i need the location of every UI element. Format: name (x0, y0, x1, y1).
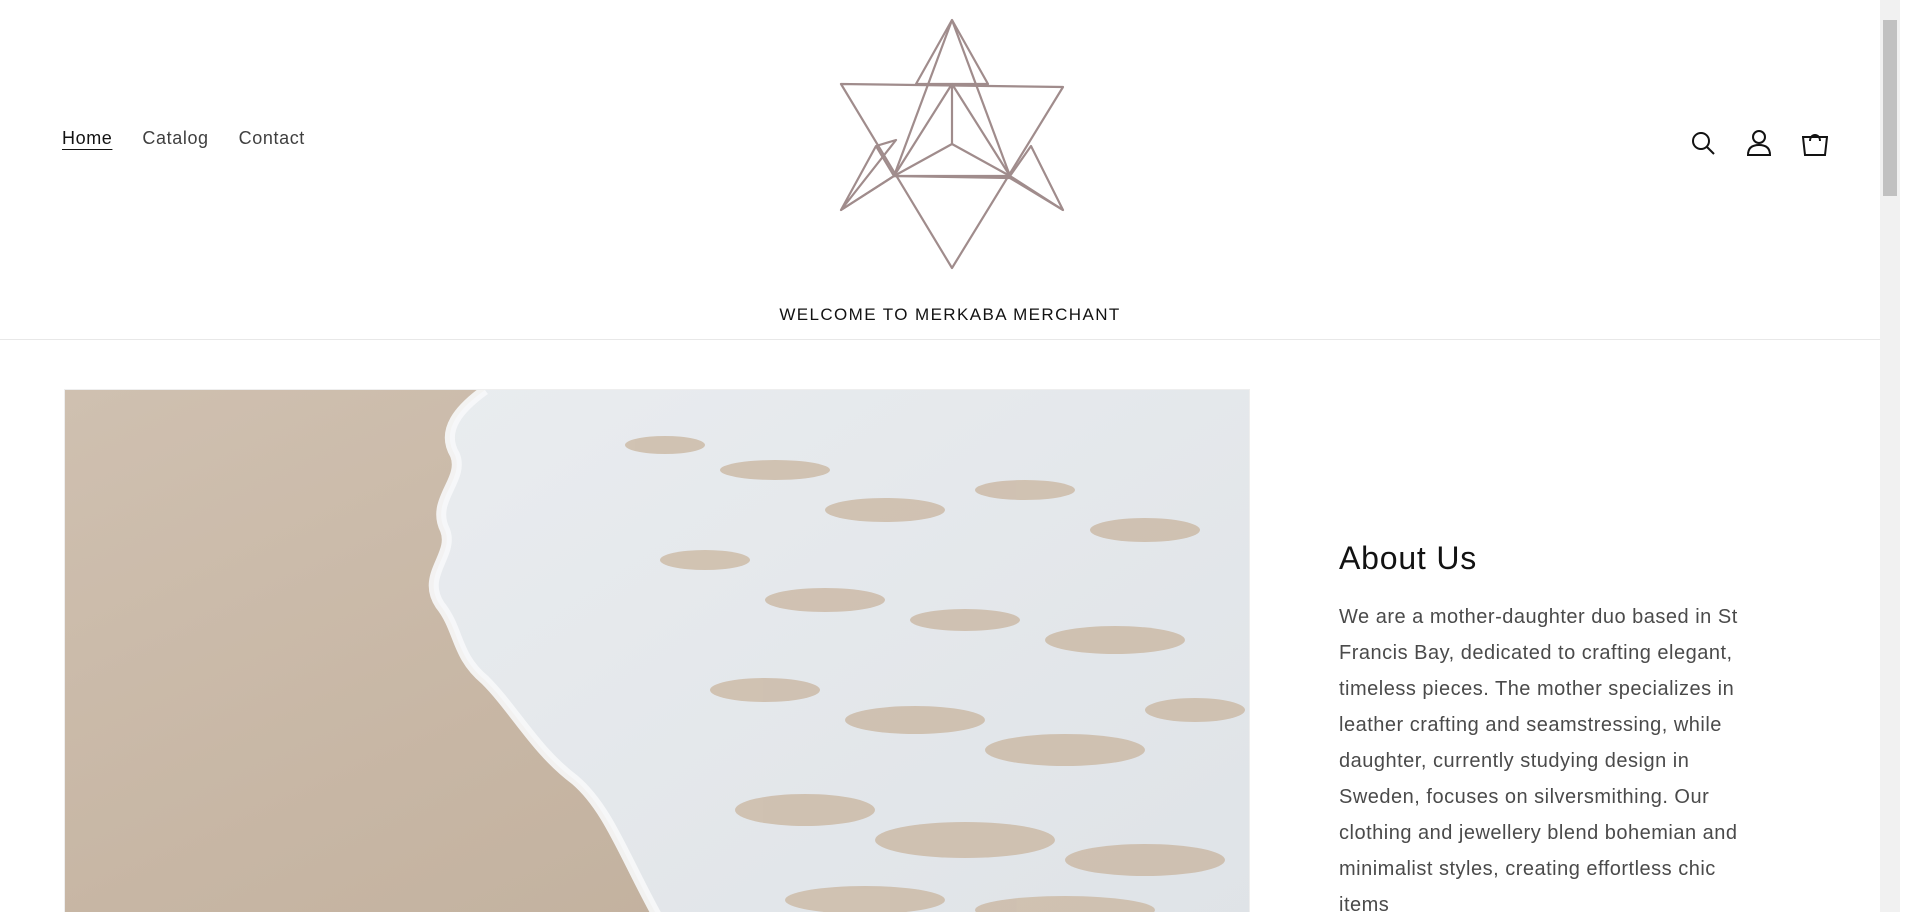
cart-icon[interactable] (1800, 128, 1830, 158)
account-icon[interactable] (1744, 128, 1774, 158)
scrollbar-thumb[interactable] (1883, 20, 1897, 196)
hero-beach-image (64, 389, 1250, 912)
about-body: We are a mother-daughter duo based in St… (1339, 606, 1738, 912)
page: Home Catalog Contact WELCOME TO MERKABA … (0, 0, 1900, 912)
header-icons (1688, 128, 1830, 158)
nav-catalog-link[interactable]: Catalog (142, 128, 208, 149)
site-tagline: WELCOME TO MERKABA MERCHANT (779, 305, 1121, 324)
about-section: About Us We are a mother-daughter duo ba… (1339, 540, 1769, 912)
about-title: About Us (1339, 540, 1478, 576)
search-icon[interactable] (1688, 128, 1718, 158)
main-nav: Home Catalog Contact (62, 128, 305, 149)
merkaba-logo[interactable] (836, 16, 1068, 272)
nav-contact-link[interactable]: Contact (239, 128, 305, 149)
nav-home-link[interactable]: Home (62, 128, 112, 149)
page-scrollbar[interactable] (1880, 0, 1900, 912)
site-header: Home Catalog Contact WELCOME TO MERKABA … (0, 0, 1900, 340)
